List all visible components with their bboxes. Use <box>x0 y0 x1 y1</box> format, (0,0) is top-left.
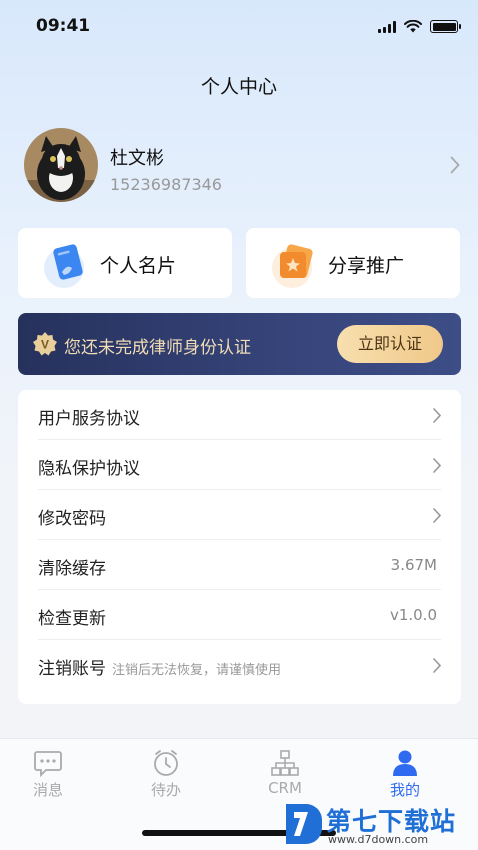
tab-label: 消息 <box>32 781 63 799</box>
message-icon <box>34 751 62 777</box>
menu-item-clear-cache[interactable]: 清除缓存 3.67M <box>38 540 441 590</box>
d7-logo-icon <box>286 804 322 844</box>
menu-item-label: 用户服务协议 <box>38 409 140 429</box>
business-card-button[interactable]: 个人名片 <box>18 228 232 298</box>
card-label: 分享推广 <box>328 255 405 277</box>
profile-phone: 15236987346 <box>110 175 222 194</box>
verified-badge-icon: V <box>33 332 57 356</box>
menu-item-label: 隐私保护协议 <box>38 459 140 479</box>
cellular-signal-icon <box>378 20 396 33</box>
menu-item-label: 清除缓存 <box>38 559 106 579</box>
tab-messages[interactable]: 消息 <box>8 749 88 805</box>
tab-crm[interactable]: CRM <box>245 749 325 805</box>
card-label: 个人名片 <box>100 255 177 277</box>
chevron-right-icon <box>433 658 441 673</box>
chevron-right-icon <box>433 508 441 523</box>
menu-item-label-text: 注销账号 <box>38 659 106 679</box>
org-chart-icon <box>271 750 299 776</box>
tab-label: 待办 <box>150 781 181 799</box>
tab-mine[interactable]: 我的 <box>365 749 445 805</box>
battery-icon <box>430 20 461 33</box>
watermark-url: www.d7down.com <box>328 833 429 846</box>
menu-item-privacy-agreement[interactable]: 隐私保护协议 <box>38 440 441 490</box>
watermark-logo: 第七下载站 www.d7down.com <box>282 800 478 850</box>
share-promotion-icon <box>272 244 313 288</box>
profile-row[interactable]: 杜文彬 15236987346 <box>24 128 464 204</box>
tab-label: CRM <box>268 779 302 797</box>
settings-menu: 用户服务协议 隐私保护协议 修改密码 清除缓存 3.67M 检查更新 v1.0.… <box>18 390 461 704</box>
lawyer-verification-banner: V 您还未完成律师身份认证 立即认证 <box>18 313 461 375</box>
menu-item-delete-account[interactable]: 注销账号 注销后无法恢复，请谨慎使用 <box>38 640 441 690</box>
share-promotion-button[interactable]: 分享推广 <box>246 228 460 298</box>
chevron-right-icon <box>433 458 441 473</box>
menu-item-label: 检查更新 <box>38 609 106 629</box>
menu-item-change-password[interactable]: 修改密码 <box>38 490 441 540</box>
tab-label: 我的 <box>389 781 420 799</box>
menu-item-label: 注销账号 注销后无法恢复，请谨慎使用 <box>38 654 281 679</box>
menu-item-label: 修改密码 <box>38 509 106 529</box>
wifi-icon <box>404 20 422 33</box>
svg-text:V: V <box>41 338 49 352</box>
tab-todo[interactable]: 待办 <box>126 749 206 805</box>
status-bar: 09:41 <box>0 0 478 56</box>
menu-item-user-agreement[interactable]: 用户服务协议 <box>38 390 441 440</box>
user-icon <box>393 750 417 776</box>
avatar[interactable] <box>24 128 98 202</box>
banner-text: 您还未完成律师身份认证 <box>64 338 251 358</box>
page-title: 个人中心 <box>200 76 277 98</box>
clock-icon <box>154 750 178 776</box>
menu-item-check-update[interactable]: 检查更新 v1.0.0 <box>38 590 441 640</box>
status-time: 09:41 <box>36 16 91 36</box>
chevron-right-icon <box>433 408 441 423</box>
chevron-right-icon <box>450 156 460 174</box>
cache-size-value: 3.67M <box>390 556 437 574</box>
status-icons <box>378 20 461 33</box>
business-card-icon <box>44 244 84 288</box>
verify-now-button[interactable]: 立即认证 <box>337 325 443 363</box>
profile-name: 杜文彬 <box>110 148 164 169</box>
menu-item-sublabel: 注销后无法恢复，请谨慎使用 <box>112 663 282 678</box>
version-value: v1.0.0 <box>389 606 437 624</box>
